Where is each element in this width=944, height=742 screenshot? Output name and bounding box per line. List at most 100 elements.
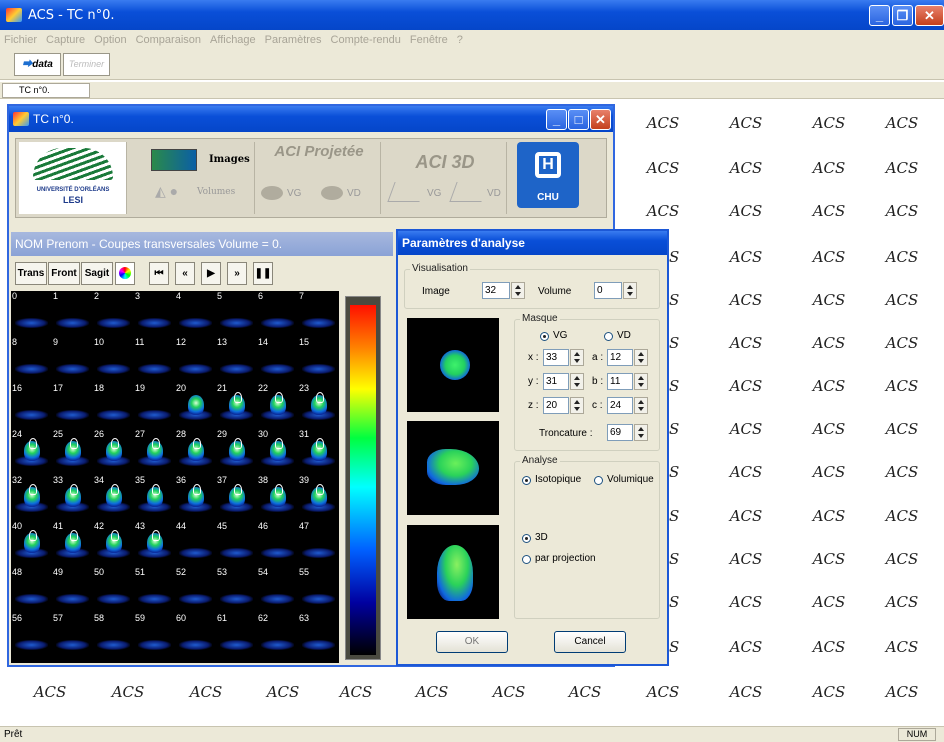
images-icon[interactable]	[151, 149, 197, 171]
b-field[interactable]: 11	[607, 373, 633, 390]
3d-radio[interactable]	[522, 534, 531, 543]
slice-cell[interactable]: 58	[93, 613, 134, 654]
slice-cell[interactable]: 24	[11, 429, 52, 470]
slice-cell[interactable]: 27	[134, 429, 175, 470]
slice-cell[interactable]: 18	[93, 383, 134, 424]
slice-cell[interactable]: 62	[257, 613, 298, 654]
doc-close-button[interactable]: ✕	[590, 109, 611, 130]
b-spinner[interactable]	[634, 373, 648, 390]
volumes-button[interactable]: Volumes	[197, 187, 235, 197]
doc-minimize-button[interactable]: _	[546, 109, 567, 130]
slice-cell[interactable]: 28	[175, 429, 216, 470]
slice-cell[interactable]: 52	[175, 567, 216, 608]
slice-cell[interactable]: 1	[52, 291, 93, 332]
slice-cell[interactable]: 56	[11, 613, 52, 654]
slice-cell[interactable]: 36	[175, 475, 216, 516]
menu-help[interactable]: ?	[457, 34, 463, 46]
slice-cell[interactable]: 33	[52, 475, 93, 516]
isotopique-radio[interactable]	[522, 476, 531, 485]
aci-3d-cell[interactable]: ACI 3D VG VD	[383, 142, 507, 214]
slice-cell[interactable]: 16	[11, 383, 52, 424]
restore-button[interactable]: ❐	[892, 5, 913, 26]
slice-cell[interactable]: 44	[175, 521, 216, 562]
vd-radio[interactable]	[604, 332, 613, 341]
troncature-spinner[interactable]	[634, 424, 648, 441]
volume-field[interactable]: 0	[594, 282, 622, 299]
slice-cell[interactable]: 8	[11, 337, 52, 378]
menu-capture[interactable]: Capture	[46, 34, 85, 46]
slice-cell[interactable]: 2	[93, 291, 134, 332]
volume-spinner[interactable]	[623, 282, 637, 299]
vd-3d-label[interactable]: VD	[487, 188, 501, 199]
c-field[interactable]: 24	[607, 397, 633, 414]
slice-cell[interactable]: 15	[298, 337, 339, 378]
slice-cell[interactable]: 17	[52, 383, 93, 424]
z-spinner[interactable]	[570, 397, 584, 414]
slice-cell[interactable]: 26	[93, 429, 134, 470]
menu-compte-rendu[interactable]: Compte-rendu	[331, 34, 401, 46]
vd-projection-label[interactable]: VD	[347, 188, 361, 199]
slice-cell[interactable]: 30	[257, 429, 298, 470]
a-field[interactable]: 12	[607, 349, 633, 366]
slice-cell[interactable]: 21	[216, 383, 257, 424]
slice-cell[interactable]: 53	[216, 567, 257, 608]
slice-cell[interactable]: 60	[175, 613, 216, 654]
image-field[interactable]: 32	[482, 282, 510, 299]
images-button[interactable]: Images	[209, 154, 250, 165]
z-field[interactable]: 20	[543, 397, 569, 414]
cancel-button[interactable]: Cancel	[554, 631, 626, 653]
slice-cell[interactable]: 11	[134, 337, 175, 378]
slice-cell[interactable]: 34	[93, 475, 134, 516]
projection-radio[interactable]	[522, 555, 531, 564]
slice-cell[interactable]: 37	[216, 475, 257, 516]
color-wheel-button[interactable]	[115, 262, 135, 285]
slice-cell[interactable]: 5	[216, 291, 257, 332]
slice-cell[interactable]: 25	[52, 429, 93, 470]
slice-cell[interactable]: 7	[298, 291, 339, 332]
menu-parametres[interactable]: Paramètres	[265, 34, 322, 46]
slice-cell[interactable]: 43	[134, 521, 175, 562]
sagit-button[interactable]: Sagit	[81, 262, 113, 285]
slice-cell[interactable]: 3	[134, 291, 175, 332]
menu-affichage[interactable]: Affichage	[210, 34, 256, 46]
slice-cell[interactable]: 38	[257, 475, 298, 516]
slice-cell[interactable]: 29	[216, 429, 257, 470]
slice-cell[interactable]: 59	[134, 613, 175, 654]
vg-3d-label[interactable]: VG	[427, 188, 441, 199]
troncature-field[interactable]: 69	[607, 424, 633, 441]
slice-cell[interactable]: 49	[52, 567, 93, 608]
slice-cell[interactable]: 9	[52, 337, 93, 378]
terminer-button[interactable]: Terminer	[63, 53, 110, 76]
slice-grid[interactable]: 0 1 2 3 4 5 6 7 8 9 10 11 12 13 14 15 16 17 18 19 20 21 22 23 24…	[11, 291, 339, 663]
x-spinner[interactable]	[570, 349, 584, 366]
slice-cell[interactable]: 47	[298, 521, 339, 562]
slice-cell[interactable]: 51	[134, 567, 175, 608]
slice-cell[interactable]: 63	[298, 613, 339, 654]
slice-cell[interactable]: 42	[93, 521, 134, 562]
c-spinner[interactable]	[634, 397, 648, 414]
first-frame-button[interactable]: ⏮	[149, 262, 169, 285]
slice-cell[interactable]: 14	[257, 337, 298, 378]
slice-cell[interactable]: 0	[11, 291, 52, 332]
forward-button[interactable]: »	[227, 262, 247, 285]
menu-fichier[interactable]: Fichier	[4, 34, 37, 46]
slice-cell[interactable]: 4	[175, 291, 216, 332]
slice-cell[interactable]: 20	[175, 383, 216, 424]
vg-radio[interactable]	[540, 332, 549, 341]
slice-cell[interactable]: 50	[93, 567, 134, 608]
slice-cell[interactable]: 23	[298, 383, 339, 424]
slice-cell[interactable]: 61	[216, 613, 257, 654]
menu-fenetre[interactable]: Fenêtre	[410, 34, 448, 46]
minimize-button[interactable]: _	[869, 5, 890, 26]
play-button[interactable]: ▶	[201, 262, 221, 285]
y-field[interactable]: 31	[543, 373, 569, 390]
data-button[interactable]: ⮕data	[14, 53, 61, 76]
slice-cell[interactable]: 46	[257, 521, 298, 562]
slice-cell[interactable]: 31	[298, 429, 339, 470]
aci-projetee-cell[interactable]: ACI Projetée VG VD	[257, 142, 381, 214]
vg-projection-label[interactable]: VG	[287, 188, 301, 199]
slice-cell[interactable]: 22	[257, 383, 298, 424]
volumique-radio[interactable]	[594, 476, 603, 485]
a-spinner[interactable]	[634, 349, 648, 366]
rewind-button[interactable]: «	[175, 262, 195, 285]
